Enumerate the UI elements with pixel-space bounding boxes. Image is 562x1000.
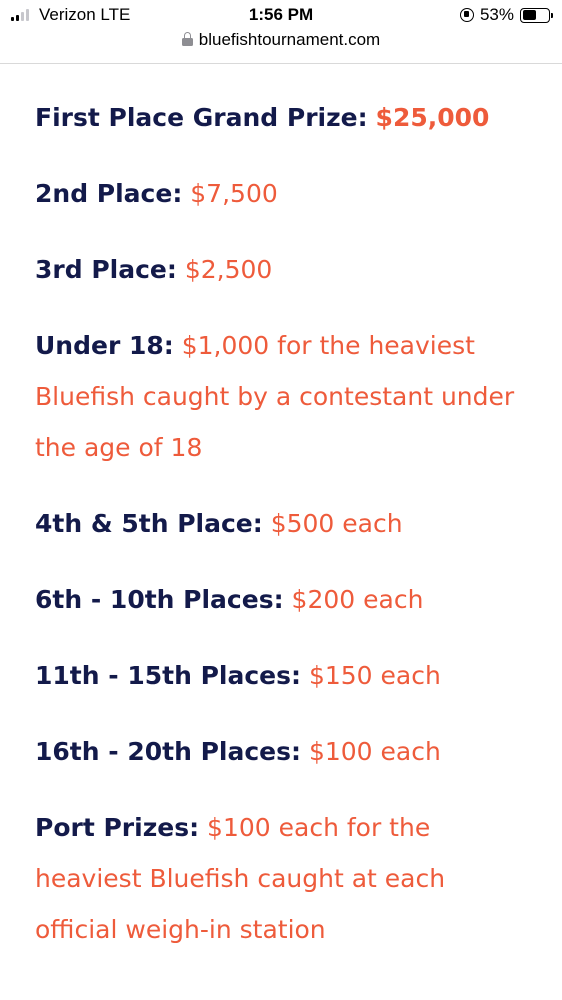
prize-label: 2nd Place: bbox=[35, 179, 183, 208]
prize-list: First Place Grand Prize: $25,000 2nd Pla… bbox=[35, 92, 535, 980]
address-bar[interactable]: bluefishtournament.com bbox=[0, 28, 562, 64]
prize-item-4th-5th-place: 4th & 5th Place: $500 each bbox=[35, 498, 535, 549]
prize-value: $25,000 bbox=[375, 103, 490, 132]
battery-level bbox=[522, 10, 536, 20]
prize-item-first-place: First Place Grand Prize: $25,000 bbox=[35, 92, 535, 143]
prize-label: 4th & 5th Place: bbox=[35, 509, 263, 538]
prize-item-16th-20th-places: 16th - 20th Places: $100 each bbox=[35, 726, 535, 777]
prize-label: 16th - 20th Places: bbox=[35, 737, 301, 766]
prize-item-11th-15th-places: 11th - 15th Places: $150 each bbox=[35, 650, 535, 701]
status-right: 53% bbox=[459, 5, 553, 25]
prize-item-6th-10th-places: 6th - 10th Places: $200 each bbox=[35, 574, 535, 625]
prize-value: $100 each bbox=[308, 737, 441, 766]
prize-label: First Place Grand Prize: bbox=[35, 103, 368, 132]
prize-label: 11th - 15th Places: bbox=[35, 661, 301, 690]
prize-value: $2,500 bbox=[184, 255, 273, 284]
lock-icon bbox=[181, 32, 193, 46]
rotation-lock-icon bbox=[459, 8, 474, 22]
prize-item-2nd-place: 2nd Place: $7,500 bbox=[35, 168, 535, 219]
prize-item-port-prizes: Port Prizes: $100 each for the heaviest … bbox=[35, 802, 535, 955]
prize-label: Under 18: bbox=[35, 331, 174, 360]
prize-item-3rd-place: 3rd Place: $2,500 bbox=[35, 244, 535, 295]
prize-label: 3rd Place: bbox=[35, 255, 177, 284]
prize-value: $150 each bbox=[308, 661, 441, 690]
battery-icon bbox=[520, 7, 553, 23]
url-text: bluefishtournament.com bbox=[198, 30, 381, 49]
prize-value: $7,500 bbox=[190, 179, 278, 208]
prize-value: $500 each bbox=[270, 509, 403, 538]
prize-value: $200 each bbox=[291, 585, 424, 614]
battery-percent: 53% bbox=[479, 5, 514, 24]
prize-label: Port Prizes: bbox=[35, 813, 200, 842]
prize-item-under-18: Under 18: $1,000 for the heaviest Bluefi… bbox=[35, 320, 535, 473]
status-bar: Verizon LTE 1:56 PM 53% bbox=[0, 0, 562, 28]
prize-label: 6th - 10th Places: bbox=[35, 585, 284, 614]
